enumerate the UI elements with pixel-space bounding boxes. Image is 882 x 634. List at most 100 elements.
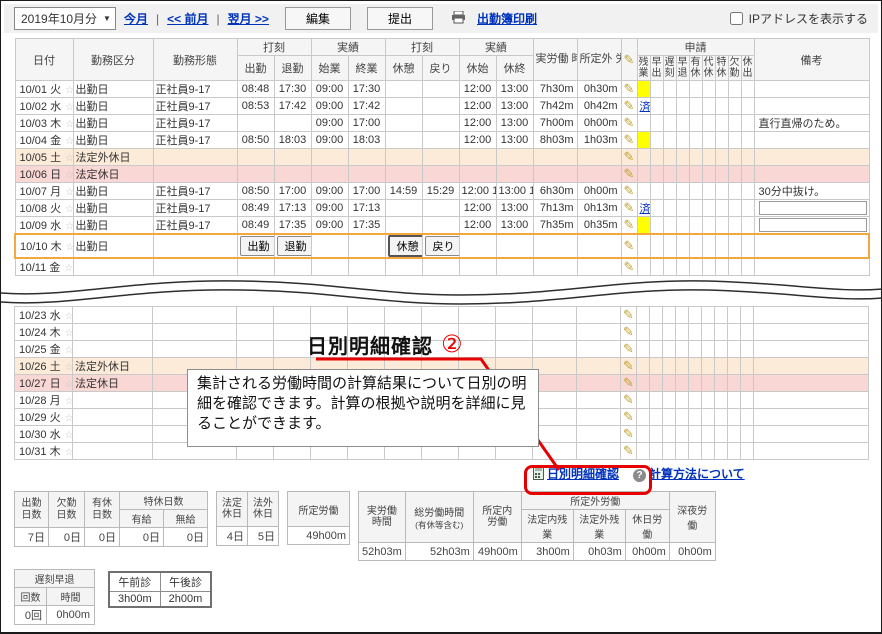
calc-method-link[interactable]: 計算方法について bbox=[649, 467, 745, 481]
note-cell bbox=[754, 149, 869, 166]
edit-pencil-icon[interactable]: ✎ bbox=[624, 81, 635, 96]
request-cell bbox=[702, 149, 715, 166]
edit-pencil-icon[interactable]: ✎ bbox=[623, 426, 634, 441]
note-input[interactable] bbox=[759, 218, 867, 232]
edit-pencil-icon[interactable]: ✎ bbox=[624, 98, 635, 113]
edit-pencil-icon[interactable]: ✎ bbox=[624, 259, 635, 274]
edit-pencil-icon[interactable]: ✎ bbox=[623, 307, 634, 322]
prev-month-link[interactable]: << 前月 bbox=[167, 10, 208, 27]
ip-checkbox[interactable] bbox=[730, 12, 743, 25]
edit-pencil-icon[interactable]: ✎ bbox=[623, 409, 634, 424]
note-cell: 直行直帰のため。 bbox=[754, 115, 869, 132]
summary-within-label: 所定内 労働 bbox=[473, 492, 521, 543]
request-cell bbox=[663, 200, 676, 217]
work-type-cell bbox=[73, 258, 153, 276]
edit-pencil-icon[interactable]: ✎ bbox=[623, 443, 634, 458]
submit-button[interactable]: 提出 bbox=[367, 7, 433, 30]
request-done-link[interactable]: 済 bbox=[640, 98, 648, 114]
request-cell bbox=[702, 392, 715, 409]
request-cell bbox=[702, 375, 715, 392]
request-cell bbox=[663, 234, 676, 258]
note-input[interactable] bbox=[759, 201, 867, 215]
overtime-cell bbox=[577, 392, 621, 409]
request-cell bbox=[728, 234, 741, 258]
overtime-cell: 0h00m bbox=[577, 115, 621, 132]
favorite-star-icon: ☆ bbox=[65, 204, 73, 215]
request-cell bbox=[676, 200, 689, 217]
edit-pencil-icon[interactable]: ✎ bbox=[623, 341, 634, 356]
time-cell: 14:59 bbox=[385, 183, 422, 200]
request-cell bbox=[676, 358, 689, 375]
edit-pencil-icon[interactable]: ✎ bbox=[624, 149, 635, 164]
request-cell bbox=[728, 81, 741, 98]
edit-pencil-icon[interactable]: ✎ bbox=[624, 115, 635, 130]
edit-pencil-icon[interactable]: ✎ bbox=[623, 375, 634, 390]
col-header-break-out: 休憩 bbox=[385, 56, 422, 81]
request-cell bbox=[676, 324, 689, 341]
note-cell bbox=[754, 200, 869, 217]
time-cell bbox=[348, 258, 385, 276]
group-header-requests: 申請 bbox=[637, 39, 754, 56]
pencil-cell: ✎ bbox=[621, 426, 637, 443]
request-done-link[interactable]: 済 bbox=[640, 200, 648, 216]
edit-pencil-icon[interactable]: ✎ bbox=[624, 238, 635, 253]
time-cell bbox=[274, 149, 311, 166]
time-cell bbox=[311, 149, 348, 166]
request-cell bbox=[715, 132, 728, 149]
break-button[interactable]: 休憩 bbox=[388, 235, 423, 257]
pencil-cell: ✎ bbox=[621, 166, 637, 183]
edit-pencil-icon[interactable]: ✎ bbox=[624, 200, 635, 215]
request-cell bbox=[663, 81, 676, 98]
edit-pencil-icon[interactable]: ✎ bbox=[623, 392, 634, 407]
col-header-rest-end: 休終 bbox=[496, 56, 533, 81]
print-attendance-link[interactable]: 出勤簿印刷 bbox=[477, 10, 537, 27]
time-cell: 17:42 bbox=[348, 98, 385, 115]
work-hours-cell bbox=[533, 258, 577, 276]
summary-scheduled-value: 49h00m bbox=[288, 527, 350, 545]
work-type-cell bbox=[73, 443, 153, 460]
ip-checkbox-text: IPアドレスを表示する bbox=[749, 10, 868, 27]
request-cell bbox=[702, 183, 715, 200]
work-form-cell bbox=[153, 234, 237, 258]
daily-detail-link[interactable]: 日別明細確認 bbox=[547, 467, 619, 481]
time-cell bbox=[459, 234, 496, 258]
summary-attend-label: 出勤 日数 bbox=[15, 492, 49, 528]
request-cell bbox=[650, 115, 663, 132]
request-cell bbox=[650, 392, 663, 409]
month-select[interactable]: 2019年10月分 ▼ bbox=[14, 7, 116, 30]
request-cell bbox=[728, 375, 741, 392]
request-cell bbox=[715, 183, 728, 200]
request-cell bbox=[650, 409, 663, 426]
request-cell bbox=[702, 358, 715, 375]
edit-pencil-icon[interactable]: ✎ bbox=[623, 324, 634, 339]
date-cell: 10/04 金☆ bbox=[15, 132, 73, 149]
next-month-link[interactable]: 翌月 >> bbox=[228, 10, 269, 27]
edit-pencil-icon[interactable]: ✎ bbox=[624, 183, 635, 198]
note-cell bbox=[754, 258, 869, 276]
request-cell bbox=[689, 98, 702, 115]
edit-pencil-icon[interactable]: ✎ bbox=[623, 358, 634, 373]
time-cell: 18:03 bbox=[348, 132, 385, 149]
edit-pencil-icon[interactable]: ✎ bbox=[624, 132, 635, 147]
this-month-link[interactable]: 今月 bbox=[124, 10, 148, 27]
punch-out-button[interactable]: 退勤 bbox=[277, 236, 312, 256]
time-cell: 出勤 bbox=[237, 234, 274, 258]
request-cell bbox=[715, 392, 728, 409]
work-type-cell: 出勤日 bbox=[73, 81, 153, 98]
time-cell: 15:29 bbox=[422, 183, 459, 200]
request-cell bbox=[650, 166, 663, 183]
request-cell bbox=[676, 426, 689, 443]
request-cell bbox=[715, 443, 728, 460]
work-form-cell: 正社員9-17 bbox=[153, 217, 237, 235]
edit-button[interactable]: 編集 bbox=[285, 7, 351, 30]
time-cell bbox=[311, 258, 348, 276]
edit-pencil-icon[interactable]: ✎ bbox=[624, 217, 635, 232]
time-cell: 休憩 bbox=[385, 234, 422, 258]
time-cell bbox=[422, 81, 459, 98]
return-button[interactable]: 戻り bbox=[425, 236, 460, 256]
request-cell bbox=[741, 307, 754, 324]
overtime-cell bbox=[577, 258, 621, 276]
edit-pencil-icon[interactable]: ✎ bbox=[624, 166, 635, 181]
punch-in-button[interactable]: 出勤 bbox=[240, 236, 275, 256]
favorite-star-icon: ☆ bbox=[65, 379, 73, 390]
